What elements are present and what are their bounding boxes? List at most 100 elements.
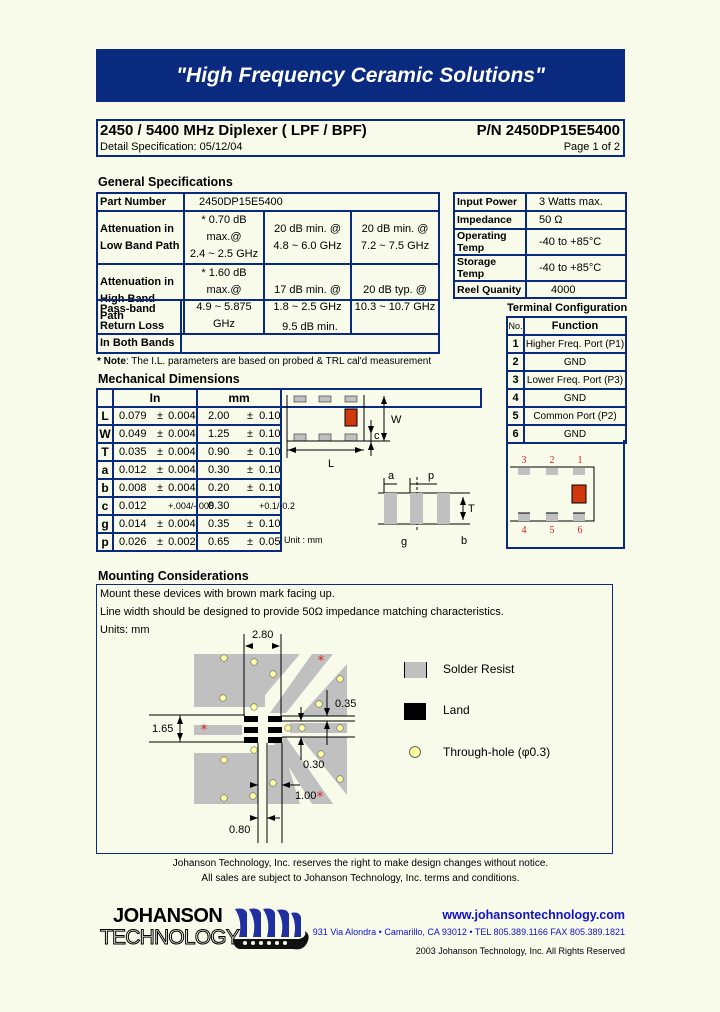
inch-tolerance: 0.002 xyxy=(168,536,196,548)
rating-label: Operating Temp xyxy=(453,228,527,256)
plus-minus: ± xyxy=(156,518,164,530)
low-band-atten-1-range: 4.8 ~ 6.0 GHz xyxy=(273,239,342,252)
inch-tolerance: 0.004 xyxy=(168,410,196,422)
low-band-atten-1: 20 dB min. @ xyxy=(274,222,341,235)
passband-label-3: In Both Bands xyxy=(100,337,175,349)
inch-value: 0.049 xyxy=(119,428,147,440)
passband-label-2: Return Loss xyxy=(100,320,165,332)
mounting-title: Mounting Considerations xyxy=(98,569,249,583)
terminal-no: 1 xyxy=(506,334,525,354)
unit-label: Unit : mm xyxy=(284,535,323,545)
col-header-mm: mm xyxy=(196,388,282,408)
terminal-row: 5 Common Port (P2) xyxy=(506,406,627,426)
inch-value: 0.079 xyxy=(119,410,147,422)
mechanical-title: Mechanical Dimensions xyxy=(98,372,240,386)
land-pattern-drawing: *** 2.80 1.65 0.35 0.30 1.00 0.80 xyxy=(149,629,356,843)
pin-diagram: 3 2 1 4 5 6 xyxy=(506,440,625,549)
measurement-note: * Note: The I.L. parameters are based on… xyxy=(97,356,431,367)
dimension-symbol: c xyxy=(96,496,114,516)
plus-minus: ± xyxy=(246,536,254,548)
high-band-atten-2: 20 dB typ. @ xyxy=(363,284,427,296)
mm-tolerance: 0.10 xyxy=(259,464,281,476)
high-band-il: * 1.60 dB max.@ xyxy=(201,267,247,296)
inch-value: 0.012 xyxy=(119,500,147,512)
return-loss-value: 9.5 dB min. xyxy=(180,299,440,354)
terminal-row: 1 Higher Freq. Port (P1) xyxy=(506,334,627,354)
rating-value: 3 Watts max. xyxy=(525,192,627,212)
website-link[interactable]: www.johansontechnology.com xyxy=(442,908,625,922)
note-label: * Note xyxy=(97,356,126,367)
terminal-function: Common Port (P2) xyxy=(523,406,627,426)
label-g: g xyxy=(401,536,407,548)
mm-tolerance: 0.10 xyxy=(259,428,281,440)
dim-2-80: 2.80 xyxy=(252,629,273,641)
rating-row: Reel Quanity 4000 xyxy=(453,280,627,299)
rating-value: 50 Ω xyxy=(525,210,627,230)
general-specs-title: General Specifications xyxy=(98,175,233,189)
terminal-row: 2 GND xyxy=(506,352,627,372)
ship-logo-icon xyxy=(233,908,309,950)
col-header-function: Function xyxy=(523,316,627,336)
low-band-il: * 0.70 dB max.@ xyxy=(201,214,247,243)
bottom-pad xyxy=(344,433,358,442)
orientation-mark xyxy=(571,484,587,504)
datasheet-page: "High Frequency Ceramic Solutions" 2450 … xyxy=(0,0,720,1012)
rating-row: Impedance 50 Ω xyxy=(453,210,627,230)
dimension-symbol: b xyxy=(96,478,114,498)
dimension-symbol: L xyxy=(96,406,114,426)
johanson-logo: JOHANSON TECHNOLOGY xyxy=(99,905,315,957)
rating-label: Storage Temp xyxy=(453,254,527,282)
mm-value: 0.65 xyxy=(208,536,230,548)
plus-minus: ± xyxy=(246,518,254,530)
bottom-pad xyxy=(318,433,332,442)
low-band-label-2: Low Band Path xyxy=(100,239,180,252)
high-band-atten-1: 17 dB min. @ xyxy=(274,284,341,296)
plus-minus: ± xyxy=(156,464,164,476)
part-number-row: Part Number 2450DP15E5400 xyxy=(96,192,441,212)
legend-land: Land xyxy=(443,703,470,717)
side-terminal xyxy=(384,493,397,524)
disclaimer-1: Johanson Technology, Inc. reserves the r… xyxy=(172,858,549,869)
land-swatch xyxy=(404,703,426,720)
plus-minus: ± xyxy=(246,428,254,440)
terminal-no: 5 xyxy=(506,406,525,426)
top-pad xyxy=(344,395,358,403)
rating-value: -40 to +85°C xyxy=(525,228,627,256)
dimension-symbol: p xyxy=(96,532,114,552)
pin-label: 2 xyxy=(550,455,555,466)
logo-text-1: JOHANSON xyxy=(113,905,223,927)
side-terminal xyxy=(410,493,423,524)
terminal-no: 2 xyxy=(506,352,525,372)
inch-tolerance: 0.004 xyxy=(168,482,196,494)
dim-1-65: 1.65 xyxy=(152,723,173,735)
dim-0-80: 0.80 xyxy=(229,824,250,836)
passband-table: Pass-band Return Loss In Both Bands 9.5 dB… xyxy=(96,299,440,354)
legend-solder-resist: Solder Resist xyxy=(443,662,515,676)
inch-tolerance: 0.004 xyxy=(168,446,196,458)
label-l: L xyxy=(328,458,334,470)
logo-text-2: TECHNOLOGY xyxy=(99,926,240,950)
pin-label: 3 xyxy=(522,455,527,466)
plus-minus: ± xyxy=(156,410,164,422)
dimension-symbol: W xyxy=(96,424,114,444)
high-band-label-1: Attenuation in xyxy=(100,275,174,288)
top-pad xyxy=(293,395,307,403)
label-w: W xyxy=(391,414,402,426)
terminal-function: GND xyxy=(523,388,627,408)
terminal-config-title: Terminal Configuration xyxy=(507,302,628,314)
rating-row: Input Power 3 Watts max. xyxy=(453,192,627,212)
dimension-symbol: g xyxy=(96,514,114,534)
note-text: : The I.L. parameters are based on probe… xyxy=(125,356,432,367)
mm-value: 0.35 xyxy=(208,518,230,530)
rating-label: Input Power xyxy=(453,192,527,212)
low-band-row: Attenuation in Low Band Path * 0.70 dB ma… xyxy=(96,210,441,265)
bottom-pad xyxy=(293,433,307,442)
disclaimer-2: All sales are subject to Johanson Techno… xyxy=(201,873,520,884)
passband-label-1: Pass-band xyxy=(100,303,156,315)
inch-value: 0.012 xyxy=(119,464,147,476)
label-a: a xyxy=(388,470,395,482)
rating-value: 4000 xyxy=(525,280,627,299)
mm-tolerance: 0.05 xyxy=(259,536,281,548)
plus-minus: ± xyxy=(156,428,164,440)
mm-tolerance: 0.10 xyxy=(259,410,281,422)
